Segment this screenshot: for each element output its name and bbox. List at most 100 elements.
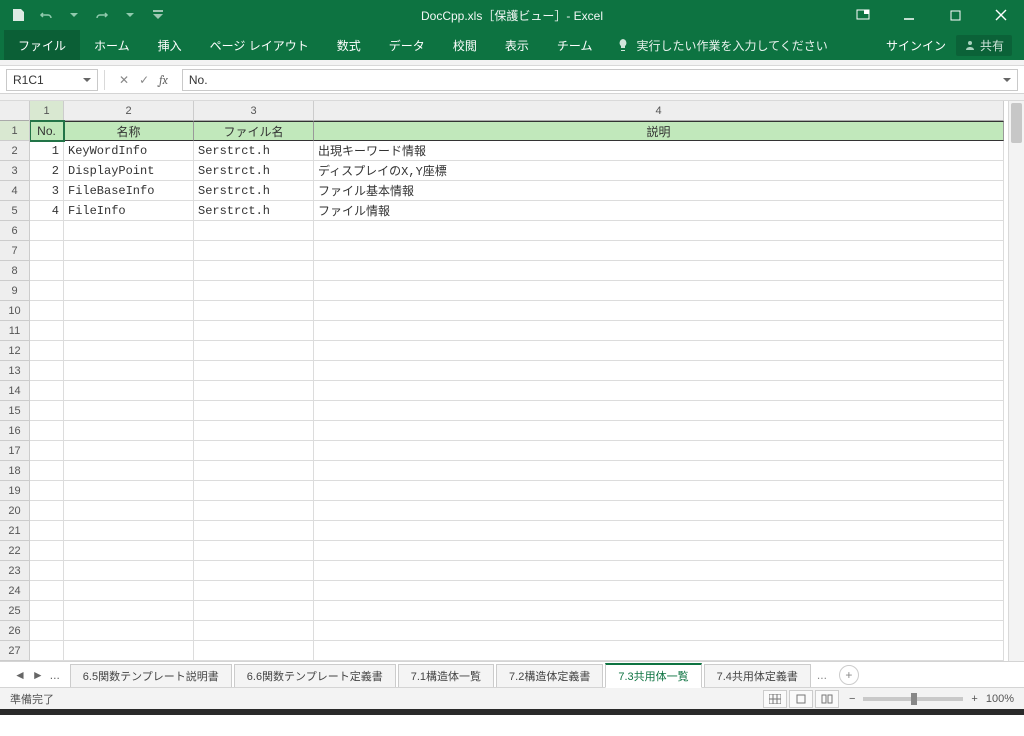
tab-page-layout[interactable]: ページ レイアウト bbox=[196, 30, 323, 60]
row-header[interactable]: 9 bbox=[0, 281, 29, 301]
row-header[interactable]: 27 bbox=[0, 641, 29, 661]
column-header[interactable]: 4 bbox=[314, 101, 1004, 121]
row-header[interactable]: 11 bbox=[0, 321, 29, 341]
cell[interactable]: Serstrct.h bbox=[194, 161, 314, 181]
tab-formulas[interactable]: 数式 bbox=[323, 30, 375, 60]
signin-link[interactable]: サインイン bbox=[886, 37, 946, 54]
cell[interactable]: FileBaseInfo bbox=[64, 181, 194, 201]
row-header[interactable]: 13 bbox=[0, 361, 29, 381]
column-header[interactable]: 3 bbox=[194, 101, 314, 121]
zoom-out-button[interactable]: − bbox=[849, 693, 855, 705]
undo-icon[interactable] bbox=[34, 3, 58, 27]
cell[interactable]: No. bbox=[30, 121, 64, 141]
column-header[interactable]: 1 bbox=[30, 101, 64, 121]
cell[interactable]: 3 bbox=[30, 181, 64, 201]
zoom-slider[interactable] bbox=[863, 697, 963, 701]
row-header[interactable]: 19 bbox=[0, 481, 29, 501]
cell[interactable]: DisplayPoint bbox=[64, 161, 194, 181]
tab-team[interactable]: チーム bbox=[543, 30, 607, 60]
name-box[interactable]: R1C1 bbox=[6, 69, 98, 91]
redo-icon[interactable] bbox=[90, 3, 114, 27]
tab-prev-icon[interactable]: ◄ bbox=[12, 668, 28, 682]
normal-view-icon[interactable] bbox=[763, 690, 787, 708]
row-header[interactable]: 15 bbox=[0, 401, 29, 421]
qat-dropdown-icon[interactable] bbox=[62, 3, 86, 27]
add-sheet-button[interactable]: + bbox=[839, 665, 859, 685]
row-header[interactable]: 22 bbox=[0, 541, 29, 561]
cells-area[interactable]: 1 2 3 4 No. 名称 ファイル名 説明 1 KeyWordInfo Se… bbox=[30, 101, 1008, 661]
row-header[interactable]: 25 bbox=[0, 601, 29, 621]
qat-dropdown-icon[interactable] bbox=[118, 3, 142, 27]
zoom-in-button[interactable]: + bbox=[971, 693, 977, 705]
tab-next-icon[interactable]: ► bbox=[30, 668, 46, 682]
fx-icon[interactable]: fx bbox=[159, 73, 168, 87]
sheet-tab[interactable]: 7.1構造体一覧 bbox=[398, 664, 494, 687]
cancel-icon[interactable]: ✕ bbox=[119, 73, 129, 87]
tab-more-icon[interactable]: ... bbox=[813, 668, 831, 682]
cell[interactable]: 2 bbox=[30, 161, 64, 181]
share-button[interactable]: 共有 bbox=[956, 35, 1012, 56]
tell-me-search[interactable]: 実行したい作業を入力してください bbox=[616, 37, 827, 54]
sheet-tab[interactable]: 6.5関数テンプレート説明書 bbox=[70, 664, 232, 687]
row-header[interactable]: 14 bbox=[0, 381, 29, 401]
formula-input[interactable]: No. bbox=[182, 69, 1018, 91]
row-header[interactable]: 8 bbox=[0, 261, 29, 281]
cell[interactable]: ディスプレイのX,Y座標 bbox=[314, 161, 1004, 181]
cell[interactable]: 4 bbox=[30, 201, 64, 221]
cell[interactable]: Serstrct.h bbox=[194, 201, 314, 221]
cell[interactable]: 名称 bbox=[64, 121, 194, 141]
select-all-corner[interactable] bbox=[0, 101, 29, 121]
tab-file[interactable]: ファイル bbox=[4, 30, 80, 60]
row-header[interactable]: 26 bbox=[0, 621, 29, 641]
sheet-tab[interactable]: 7.2構造体定義書 bbox=[496, 664, 603, 687]
row-header[interactable]: 5 bbox=[0, 201, 29, 221]
row-header[interactable]: 6 bbox=[0, 221, 29, 241]
cell[interactable]: KeyWordInfo bbox=[64, 141, 194, 161]
tab-data[interactable]: データ bbox=[375, 30, 439, 60]
cell[interactable]: Serstrct.h bbox=[194, 181, 314, 201]
row-header[interactable]: 16 bbox=[0, 421, 29, 441]
sheet-tab[interactable]: 7.4共用体定義書 bbox=[704, 664, 811, 687]
ribbon-options-icon[interactable] bbox=[840, 0, 886, 30]
tab-more-icon[interactable]: ... bbox=[48, 668, 62, 682]
scrollbar-thumb[interactable] bbox=[1011, 103, 1022, 143]
row-header[interactable]: 7 bbox=[0, 241, 29, 261]
enter-icon[interactable]: ✓ bbox=[139, 73, 149, 87]
row-header[interactable]: 17 bbox=[0, 441, 29, 461]
page-layout-view-icon[interactable] bbox=[789, 690, 813, 708]
page-break-view-icon[interactable] bbox=[815, 690, 839, 708]
minimize-button[interactable] bbox=[886, 0, 932, 30]
row-header[interactable]: 4 bbox=[0, 181, 29, 201]
cell[interactable]: ファイル名 bbox=[194, 121, 314, 141]
tab-view[interactable]: 表示 bbox=[491, 30, 543, 60]
tab-insert[interactable]: 挿入 bbox=[144, 30, 196, 60]
zoom-slider-thumb[interactable] bbox=[911, 693, 917, 705]
cell[interactable]: ファイル情報 bbox=[314, 201, 1004, 221]
sheet-tab[interactable]: 7.3共用体一覧 bbox=[605, 663, 701, 688]
row-header[interactable]: 10 bbox=[0, 301, 29, 321]
row-header[interactable]: 1 bbox=[0, 121, 29, 141]
row-header[interactable]: 2 bbox=[0, 141, 29, 161]
cell[interactable]: Serstrct.h bbox=[194, 141, 314, 161]
sheet-tab[interactable]: 6.6関数テンプレート定義書 bbox=[234, 664, 396, 687]
cell[interactable]: 出現キーワード情報 bbox=[314, 141, 1004, 161]
tab-review[interactable]: 校閲 bbox=[439, 30, 491, 60]
vertical-scrollbar[interactable] bbox=[1008, 101, 1024, 661]
row-header[interactable]: 3 bbox=[0, 161, 29, 181]
save-icon[interactable] bbox=[6, 3, 30, 27]
row-header[interactable]: 20 bbox=[0, 501, 29, 521]
close-button[interactable] bbox=[978, 0, 1024, 30]
maximize-button[interactable] bbox=[932, 0, 978, 30]
cell[interactable]: ファイル基本情報 bbox=[314, 181, 1004, 201]
row-header[interactable]: 23 bbox=[0, 561, 29, 581]
cell[interactable]: 1 bbox=[30, 141, 64, 161]
cell[interactable]: FileInfo bbox=[64, 201, 194, 221]
zoom-level[interactable]: 100% bbox=[986, 693, 1014, 705]
row-header[interactable]: 12 bbox=[0, 341, 29, 361]
cell[interactable]: 説明 bbox=[314, 121, 1004, 141]
row-header[interactable]: 21 bbox=[0, 521, 29, 541]
tab-home[interactable]: ホーム bbox=[80, 30, 144, 60]
column-header[interactable]: 2 bbox=[64, 101, 194, 121]
qat-customize-icon[interactable] bbox=[146, 3, 170, 27]
row-header[interactable]: 24 bbox=[0, 581, 29, 601]
